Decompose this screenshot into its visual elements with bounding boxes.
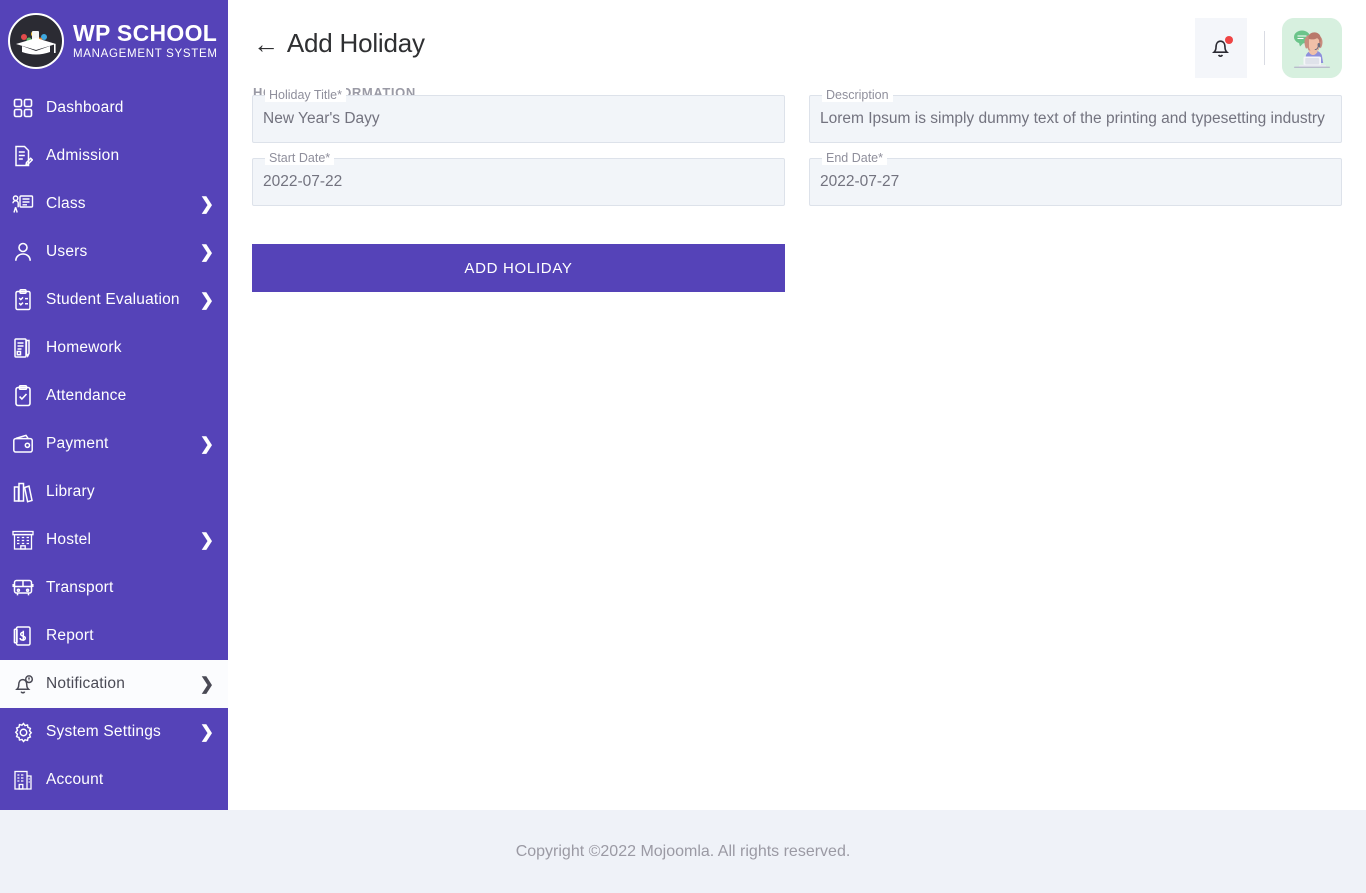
description-label: Description — [822, 88, 893, 102]
sidebar-item-users[interactable]: Users ❯ — [0, 228, 228, 276]
main-content: ← Add Holiday HOLIDAY INFORMATION — [228, 0, 1366, 810]
brand-header[interactable]: WP SCHOOL MANAGEMENT SYSTEM — [0, 0, 228, 72]
add-holiday-button[interactable]: ADD HOLIDAY — [252, 244, 785, 292]
sidebar-item-label: Payment — [46, 435, 109, 452]
sidebar-item-label: Report — [46, 627, 94, 644]
bus-icon — [10, 575, 36, 601]
app-window: WP SCHOOL MANAGEMENT SYSTEM Dashboard Ad… — [0, 0, 1366, 893]
sidebar-item-notification[interactable]: Notification ❯ — [0, 660, 228, 708]
footer: Copyright ©2022 Mojoomla. All rights res… — [0, 810, 1366, 893]
form-grid: Holiday Title* New Year's Dayy Descripti… — [252, 88, 1342, 221]
report-icon — [10, 623, 36, 649]
books-icon — [10, 479, 36, 505]
sidebar-item-label: Library — [46, 483, 95, 500]
end-date-field[interactable]: End Date* 2022-07-27 — [809, 151, 1342, 206]
topbar: ← Add Holiday HOLIDAY INFORMATION — [228, 0, 1366, 100]
start-date-input[interactable]: 2022-07-22 — [263, 158, 779, 206]
document-edit-icon — [10, 143, 36, 169]
notification-button[interactable] — [1195, 18, 1247, 78]
sidebar-item-label: Class — [46, 195, 86, 212]
wallet-icon — [10, 431, 36, 457]
sidebar-item-label: Account — [46, 771, 104, 788]
topbar-actions — [1195, 18, 1342, 78]
sidebar-item-label: Admission — [46, 147, 120, 164]
sidebar-item-library[interactable]: Library — [0, 468, 228, 516]
sidebar-item-account[interactable]: Account — [0, 756, 228, 804]
hostel-icon — [10, 527, 36, 553]
chevron-right-icon: ❯ — [199, 434, 214, 454]
sidebar-item-hostel[interactable]: Hostel ❯ — [0, 516, 228, 564]
sidebar-item-class[interactable]: Class ❯ — [0, 180, 228, 228]
sidebar-item-report[interactable]: Report — [0, 612, 228, 660]
homework-icon — [10, 335, 36, 361]
sidebar-item-label: Hostel — [46, 531, 92, 548]
graduation-cap-logo — [8, 13, 64, 69]
graduation-cap-icon — [16, 31, 56, 55]
chevron-right-icon: ❯ — [199, 290, 214, 310]
sidebar-item-label: Notification — [46, 675, 126, 692]
sidebar-item-label: Student Evaluation — [46, 291, 180, 308]
bell-icon — [10, 671, 36, 697]
sidebar-item-payment[interactable]: Payment ❯ — [0, 420, 228, 468]
grid-icon — [10, 95, 36, 121]
chevron-right-icon: ❯ — [199, 674, 214, 694]
chevron-right-icon: ❯ — [199, 194, 214, 214]
back-arrow-icon[interactable]: ← — [253, 31, 279, 57]
support-agent-avatar[interactable] — [1282, 18, 1342, 78]
sidebar-item-label: Attendance — [46, 387, 127, 404]
description-input[interactable]: Lorem Ipsum is simply dummy text of the … — [820, 95, 1336, 143]
sidebar-item-label: Users — [46, 243, 88, 260]
chevron-right-icon: ❯ — [199, 722, 214, 742]
attendance-icon — [10, 383, 36, 409]
sidebar-nav: Dashboard Admission Class ❯ Users ❯ Stud… — [0, 84, 228, 804]
start-date-label: Start Date* — [265, 151, 335, 165]
chevron-right-icon: ❯ — [199, 530, 214, 550]
brand-text: WP SCHOOL MANAGEMENT SYSTEM — [73, 19, 218, 61]
page-title-text: Add Holiday — [286, 28, 425, 58]
topbar-divider — [1264, 31, 1265, 65]
user-icon — [10, 239, 36, 265]
holiday-form: Holiday Title* New Year's Dayy Descripti… — [228, 88, 1366, 292]
sidebar-item-student-evaluation[interactable]: Student Evaluation ❯ — [0, 276, 228, 324]
gear-icon — [10, 719, 36, 745]
end-date-input[interactable]: 2022-07-27 — [820, 158, 1336, 206]
brand-title: WP SCHOOL — [73, 19, 218, 46]
description-field[interactable]: Description Lorem Ipsum is simply dummy … — [809, 88, 1342, 143]
copyright-text: Copyright ©2022 Mojoomla. All rights res… — [515, 842, 851, 860]
sidebar-item-label: System Settings — [46, 723, 161, 740]
sidebar-item-label: Dashboard — [46, 99, 124, 116]
sidebar-item-label: Homework — [46, 339, 122, 356]
clipboard-check-icon — [10, 287, 36, 313]
account-building-icon — [10, 767, 36, 793]
sidebar-item-dashboard[interactable]: Dashboard — [0, 84, 228, 132]
sidebar-item-label: Transport — [46, 579, 114, 596]
sidebar-item-homework[interactable]: Homework — [0, 324, 228, 372]
sidebar: WP SCHOOL MANAGEMENT SYSTEM Dashboard Ad… — [0, 0, 228, 810]
page-title: ← Add Holiday — [253, 28, 425, 59]
classroom-icon — [10, 191, 36, 217]
holiday-title-input[interactable]: New Year's Dayy — [263, 95, 779, 143]
avatar-illustration — [1282, 18, 1342, 78]
end-date-label: End Date* — [822, 151, 887, 165]
bell-icon — [1210, 36, 1233, 60]
brand-subtitle: MANAGEMENT SYSTEM — [73, 47, 218, 60]
holiday-title-field[interactable]: Holiday Title* New Year's Dayy — [252, 88, 785, 143]
start-date-field[interactable]: Start Date* 2022-07-22 — [252, 151, 785, 206]
chevron-right-icon: ❯ — [199, 242, 214, 262]
sidebar-item-transport[interactable]: Transport — [0, 564, 228, 612]
holiday-title-label: Holiday Title* — [265, 88, 346, 102]
sidebar-item-system-settings[interactable]: System Settings ❯ — [0, 708, 228, 756]
sidebar-item-attendance[interactable]: Attendance — [0, 372, 228, 420]
notification-dot — [1225, 36, 1233, 44]
sidebar-item-admission[interactable]: Admission — [0, 132, 228, 180]
